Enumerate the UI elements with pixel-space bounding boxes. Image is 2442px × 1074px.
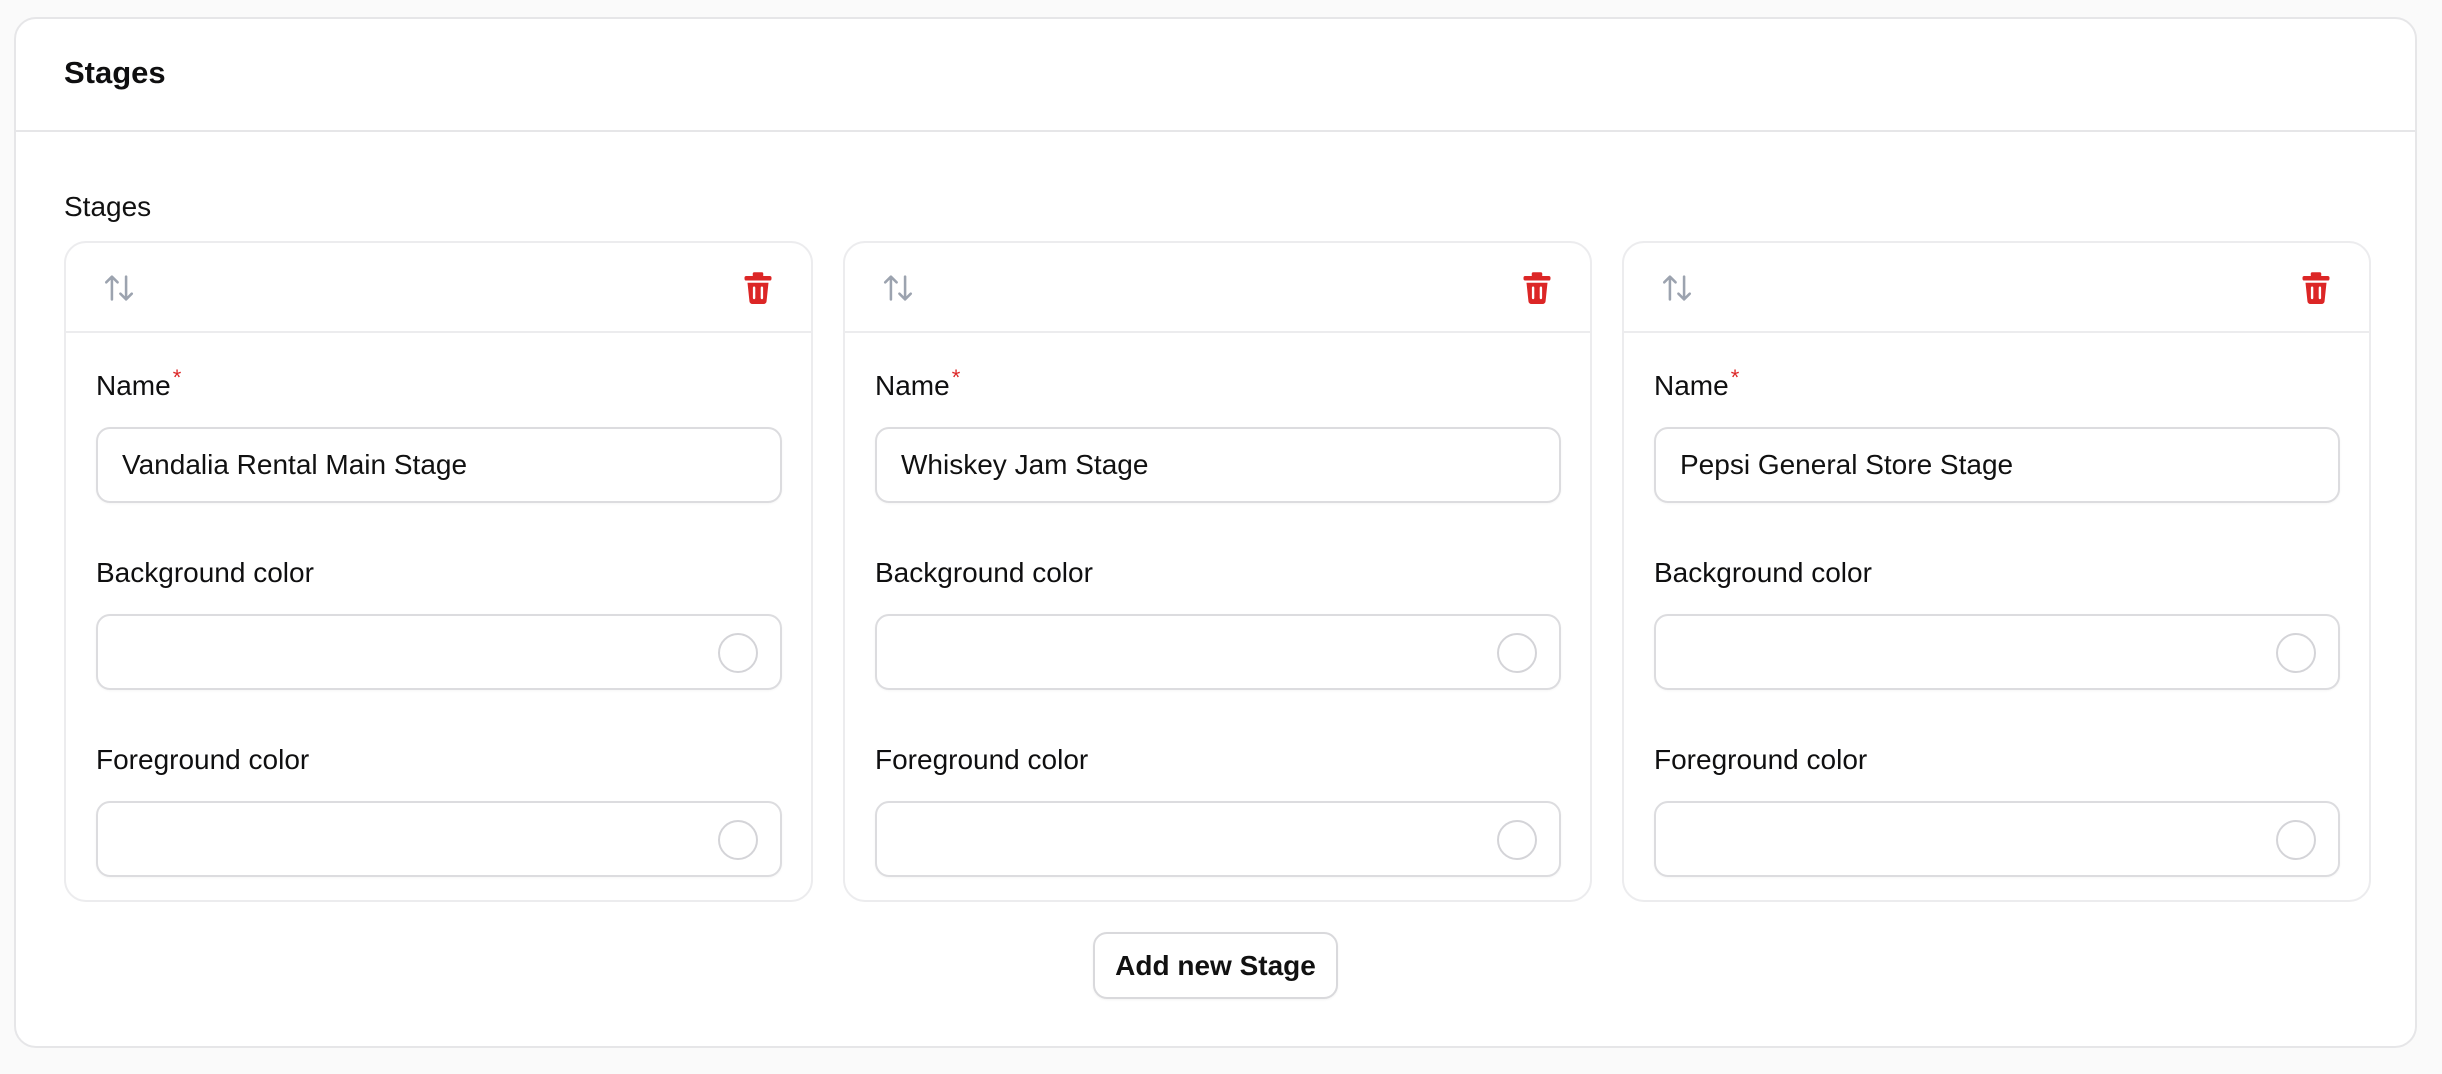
stage-card-content: Name* Background color Foreground color [1624,365,2369,877]
name-label: Name* [96,365,781,405]
name-input[interactable] [1654,427,2340,503]
required-asterisk: * [172,365,182,390]
stages-repeater: Name* Background color Foreground color [64,241,2371,902]
stages-repeater-label: Stages [64,191,152,222]
foreground-color-input[interactable] [1654,801,2340,877]
delete-button[interactable] [739,269,777,307]
stage-card-content: Name* Background color Foreground color [845,365,1590,877]
delete-button[interactable] [1518,269,1556,307]
arrows-up-down-icon [104,275,134,301]
delete-button[interactable] [2297,269,2335,307]
color-swatch[interactable] [718,820,758,860]
name-label-text: Name [875,370,950,401]
stage-card: Name* Background color Foreground color [64,241,813,902]
color-swatch[interactable] [2276,633,2316,673]
stage-card-content: Name* Background color Foreground color [66,365,811,877]
arrows-up-down-icon [1662,275,1692,301]
name-label: Name* [1654,365,2339,405]
foreground-color-label: Foreground color [96,744,310,775]
stage-card-toolbar [66,243,811,333]
add-stage-wrap: Add new Stage [64,932,2367,999]
color-swatch[interactable] [718,633,758,673]
stage-card-toolbar [1624,243,2369,333]
required-asterisk: * [1730,365,1740,390]
reorder-button[interactable] [1658,269,1696,307]
reorder-button[interactable] [100,269,138,307]
foreground-color-label: Foreground color [875,744,1089,775]
stages-panel: Stages Stages Name* Vandalia Rental Main… [14,17,2417,1048]
color-swatch[interactable] [1497,820,1537,860]
background-color-input[interactable] [96,614,782,690]
name-input[interactable] [875,427,1561,503]
panel-title: Stages [64,54,166,90]
foreground-color-label: Foreground color [1654,744,1868,775]
panel-body: Stages Name* Vandalia Rental Main Stage … [16,188,2415,999]
reorder-button[interactable] [879,269,917,307]
background-color-label: Background color [96,557,314,588]
name-label: Name* [875,365,1560,405]
color-swatch[interactable] [1497,633,1537,673]
required-asterisk: * [951,365,961,390]
name-label-text: Name [1654,370,1729,401]
name-input[interactable] [96,427,782,503]
trash-icon [2302,272,2330,305]
foreground-color-input[interactable] [96,801,782,877]
color-swatch[interactable] [2276,820,2316,860]
trash-icon [744,272,772,305]
name-label-text: Name [96,370,171,401]
background-color-input[interactable] [1654,614,2340,690]
trash-icon [1523,272,1551,305]
stage-card: Name* Background color Foreground color [1622,241,2371,902]
add-new-stage-button[interactable]: Add new Stage [1093,932,1338,999]
panel-header: Stages [16,19,2415,132]
background-color-input[interactable] [875,614,1561,690]
foreground-color-input[interactable] [875,801,1561,877]
background-color-label: Background color [1654,557,1872,588]
arrows-up-down-icon [883,275,913,301]
background-color-label: Background color [875,557,1093,588]
stage-card: Name* Background color Foreground color [843,241,1592,902]
stage-card-toolbar [845,243,1590,333]
